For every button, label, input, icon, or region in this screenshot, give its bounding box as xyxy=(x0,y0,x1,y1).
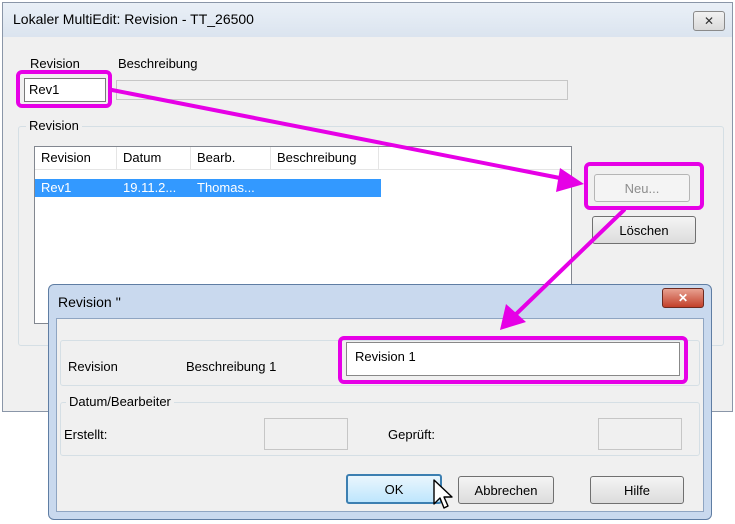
annotation-arrows xyxy=(110,88,626,330)
arrowhead-to-neu xyxy=(556,168,584,192)
arrow-to-dialog xyxy=(510,208,626,320)
arrow-to-neu xyxy=(110,88,572,182)
